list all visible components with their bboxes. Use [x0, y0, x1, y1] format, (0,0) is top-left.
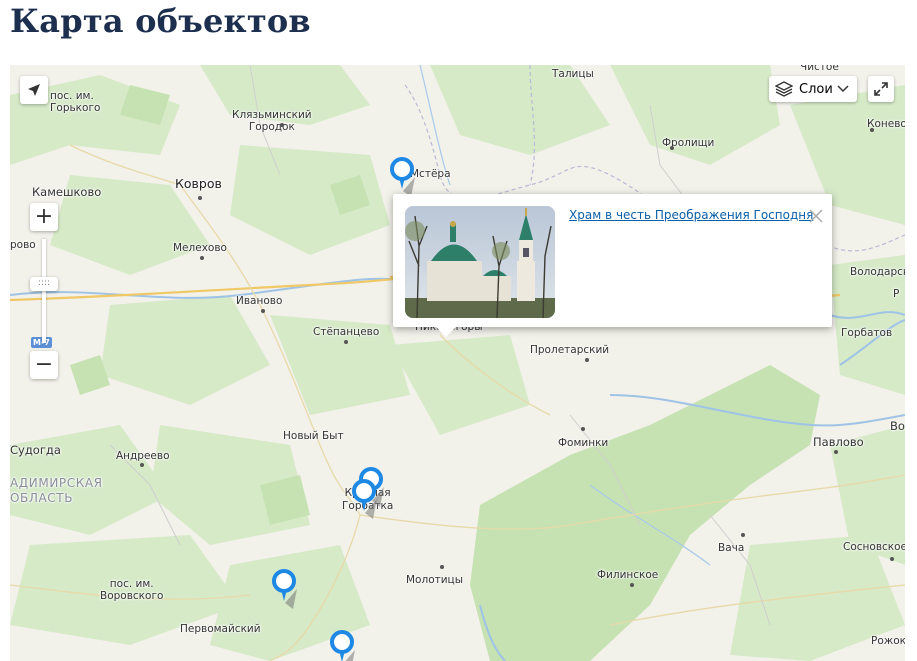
church-photo[interactable]	[405, 206, 555, 318]
plus-icon: +	[34, 204, 54, 229]
place-dot	[670, 146, 674, 150]
map-marker-icon	[390, 157, 415, 197]
close-icon	[809, 209, 823, 223]
place-label: Иваново	[236, 295, 283, 307]
place-label: Р	[893, 288, 900, 300]
map-marker[interactable]	[329, 630, 359, 661]
place-dot	[344, 340, 348, 344]
place-label: пос. им. Воровского	[100, 578, 164, 602]
place-label: Пролетарский	[530, 344, 610, 356]
place-label: Филинское	[597, 569, 659, 581]
place-label: Стёпанцево	[313, 326, 380, 338]
place-label: Павлово	[813, 435, 864, 449]
place-dot	[440, 565, 444, 569]
place-label: Володарск	[850, 266, 905, 278]
zoom-out-button[interactable]: −	[30, 351, 58, 379]
map-marker-icon	[272, 569, 297, 609]
layers-button[interactable]: Слои	[769, 76, 857, 102]
place-dot	[280, 123, 284, 127]
place-dot	[585, 358, 589, 362]
map-marker-icon	[330, 630, 355, 661]
place-label: Ковров	[175, 176, 222, 191]
popup-pointer	[436, 327, 456, 337]
map-marker[interactable]	[351, 479, 381, 521]
region-label: АДИМИРСКАЯ ОБЛАСТЬ	[10, 476, 103, 505]
church-photo-image	[405, 206, 555, 318]
place-label: Новый Быт	[283, 430, 344, 442]
place-label: Судогда	[10, 443, 61, 457]
place-label: Первомайский	[180, 623, 261, 635]
place-dot	[630, 583, 634, 587]
locate-button[interactable]	[20, 76, 48, 104]
close-button[interactable]	[809, 208, 823, 223]
place-label: Горбатов	[841, 327, 893, 339]
chevron-down-icon	[837, 85, 849, 93]
place-label: Фоминки	[558, 437, 609, 449]
zoom-in-button[interactable]: +	[30, 203, 58, 231]
place-dot	[261, 309, 265, 313]
map-container[interactable]: пос. им. Горького Клязьминский Городок Т…	[10, 65, 905, 661]
map-base-layer	[10, 65, 905, 661]
place-dot	[198, 196, 202, 200]
minus-icon: −	[34, 352, 54, 377]
place-label: Камешково	[32, 185, 102, 199]
map-marker[interactable]	[389, 157, 419, 199]
place-label: Рожок	[871, 635, 905, 647]
place-label: Мелехово	[173, 242, 227, 254]
layers-label: Слои	[799, 81, 833, 97]
zoom-slider-track[interactable]	[42, 239, 46, 343]
place-label: Талицы	[552, 68, 594, 80]
page-title: Карта объектов	[10, 2, 311, 40]
place-dot	[870, 128, 874, 132]
place-dot	[741, 533, 745, 537]
place-label: Во	[890, 419, 905, 433]
fullscreen-icon	[874, 82, 888, 96]
place-label: Андреево	[116, 450, 170, 462]
place-label: пос. им. Горького	[50, 90, 101, 114]
place-dot	[581, 427, 585, 431]
place-label: Клязьминский Городок	[232, 109, 312, 133]
place-dot	[200, 256, 204, 260]
place-label: Вача	[718, 542, 745, 554]
object-popup: Храм в честь Преображения Господня	[393, 194, 832, 337]
place-label: Сосновское	[843, 541, 905, 553]
map-marker-icon	[352, 479, 377, 519]
zoom-control: + :::: −	[30, 203, 58, 379]
place-dot	[834, 450, 838, 454]
fullscreen-button[interactable]	[868, 76, 894, 102]
place-label: Молотицы	[406, 574, 463, 586]
place-dot	[890, 557, 894, 561]
locate-arrow-icon	[28, 84, 40, 96]
place-label: Чистое	[800, 65, 839, 73]
layers-icon	[775, 81, 793, 97]
map-marker[interactable]	[271, 569, 301, 611]
object-link[interactable]: Храм в честь Преображения Господня	[569, 208, 813, 222]
zoom-slider-handle[interactable]: ::::	[30, 277, 58, 291]
place-dot	[140, 463, 144, 467]
